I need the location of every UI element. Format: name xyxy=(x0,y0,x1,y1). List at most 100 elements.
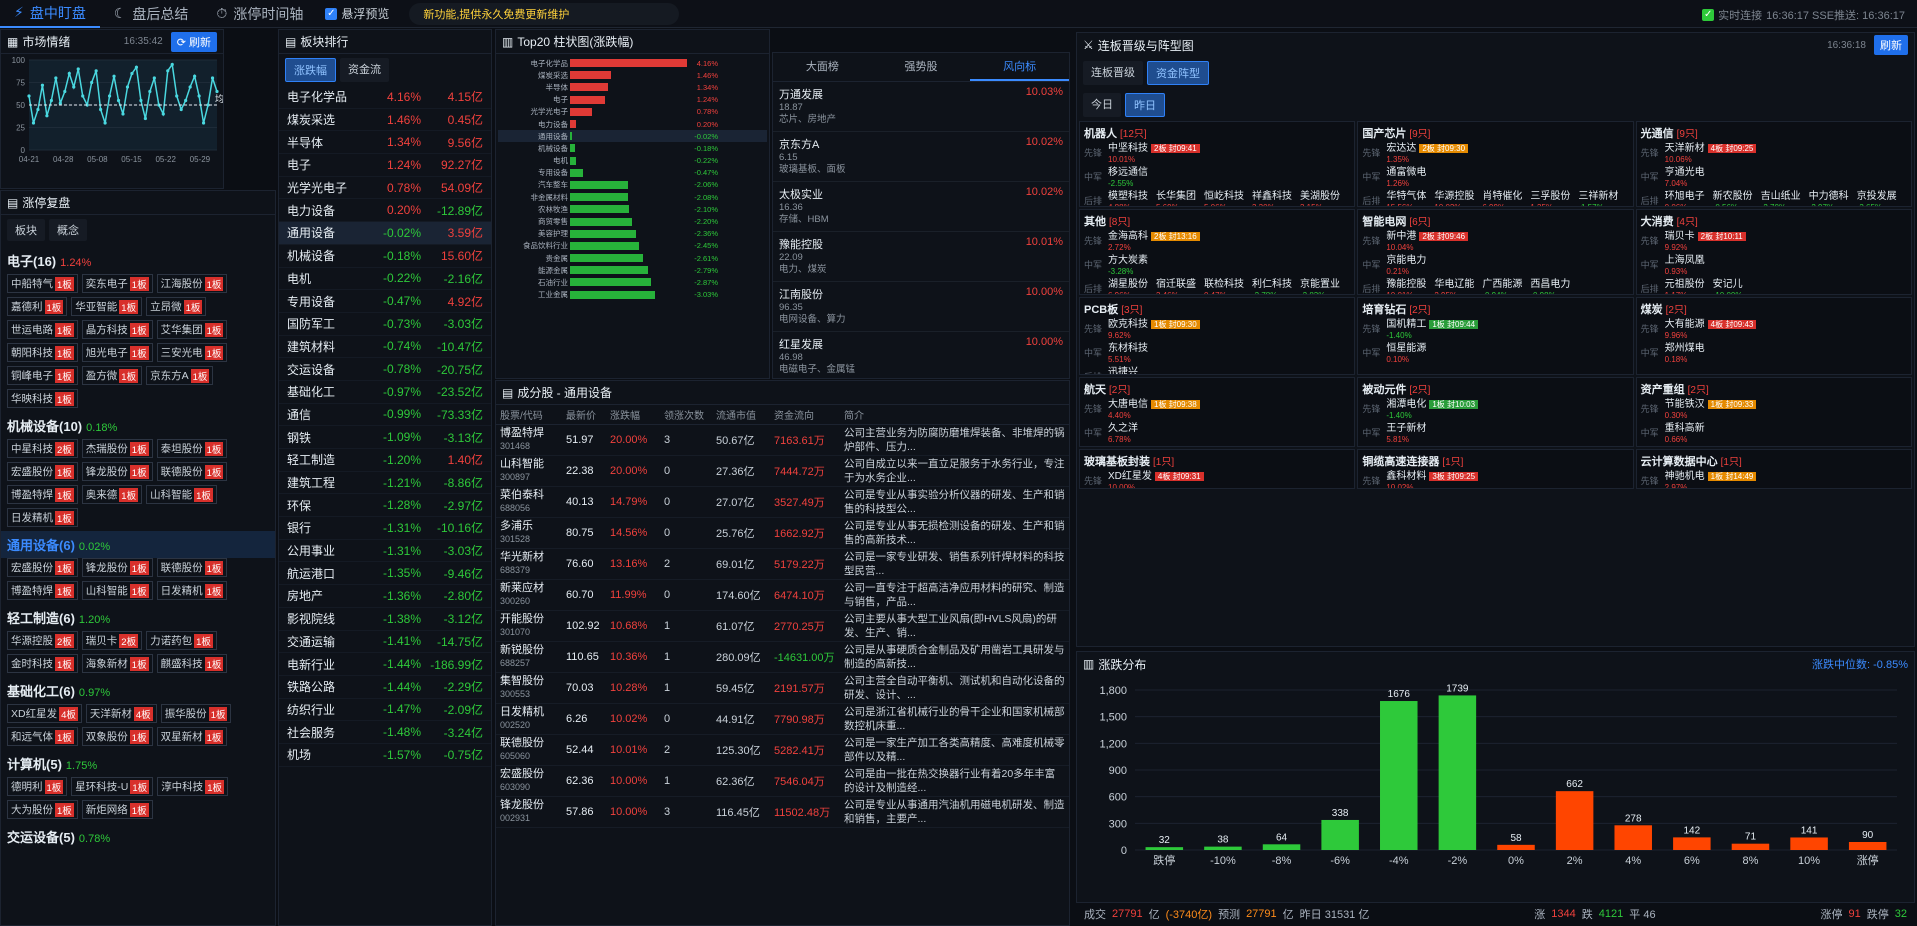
sector-row[interactable]: 交运设备 -0.78% -20.75亿 xyxy=(279,358,491,381)
zt-stock-chip[interactable]: 奕东电子 1板 xyxy=(81,274,153,293)
formation-stock[interactable]: 长华集团5.69% xyxy=(1156,191,1196,206)
top20-row[interactable]: 食品饮料行业 -2.45% xyxy=(498,240,767,252)
sector-row[interactable]: 通信 -0.99% -73.33亿 xyxy=(279,404,491,427)
formation-cell[interactable]: 云计算数据中心 [1只] 先锋 神驰机电 1板 封14:49 2.97% xyxy=(1635,449,1912,489)
formation-cell[interactable]: 智能电网 [6只] 先锋 新中港 2板 封09:46 10.04% 中军 京能电力 0.21% 后… xyxy=(1357,209,1634,295)
zt-group[interactable]: 通用设备(6) 0.02% 宏盛股份 1板 锋龙股份 1板 联德股份 1板 博盈特焊 1板 山科智能… xyxy=(1,529,275,602)
sector-row[interactable]: 电子 1.24% 92.27亿 xyxy=(279,154,491,177)
top20-row[interactable]: 农林牧渔 -2.10% xyxy=(498,203,767,215)
sector-row[interactable]: 铁路公路 -1.44% -2.29亿 xyxy=(279,676,491,699)
tab-big-face[interactable]: 大面榜 xyxy=(773,53,872,81)
dist-bar[interactable] xyxy=(1555,791,1594,850)
formation-cell[interactable]: 国产芯片 [9只] 先锋 宏达达 2板 封09:30 1.35% 中军 通富微电 1.26% 后排… xyxy=(1357,121,1634,207)
formation-stock[interactable]: 祥鑫科技3.30% xyxy=(1252,191,1292,206)
zt-stock-chip[interactable]: 双象股份 1板 xyxy=(81,727,153,746)
zt-stock-chip[interactable]: 世运电路 1板 xyxy=(7,320,78,339)
float-preview-toggle[interactable]: ✓ 悬浮预览 xyxy=(325,5,389,22)
zt-stock-chip[interactable]: 宏盛股份 1板 xyxy=(7,558,78,577)
table-row[interactable]: 华光新材 688379 76.60 13.16% 2 69.01亿 5179.22万 公司是一… xyxy=(496,549,1069,580)
zt-stock-chip[interactable]: 博盈特焊 1板 xyxy=(7,581,78,600)
dist-bar[interactable] xyxy=(1380,701,1418,850)
formation-stock[interactable]: 模塑科技4.88% xyxy=(1108,191,1148,206)
formation-stock[interactable]: 吉山纸业-2.70% xyxy=(1761,191,1801,206)
formation-stock[interactable]: 节能铁汉 1板 封09:33 0.30% xyxy=(1665,399,1757,421)
column-header[interactable]: 股票/代码 xyxy=(500,407,566,422)
sector-row[interactable]: 环保 -1.28% -2.97亿 xyxy=(279,494,491,518)
zt-stock-chip[interactable]: 江海股份 1板 xyxy=(156,274,228,293)
dist-bar[interactable] xyxy=(1145,847,1184,850)
formation-stock[interactable]: 环旭电子0.06% xyxy=(1665,191,1705,206)
top20-row[interactable]: 通用设备 -0.02% xyxy=(498,130,767,143)
top20-row[interactable]: 非金属材料 -2.08% xyxy=(498,191,767,203)
formation-stock[interactable]: 鑫科材料 3板 封09:25 10.02% xyxy=(1386,471,1479,488)
sector-row[interactable]: 公用事业 -1.31% -3.03亿 xyxy=(279,540,491,563)
formation-stock[interactable]: 三祥新材-1.57% xyxy=(1578,191,1618,206)
formation-stock[interactable]: 新农股份-0.56% xyxy=(1713,191,1753,206)
zt-stock-chip[interactable]: 华映科技 1板 xyxy=(7,389,78,408)
vane-item[interactable]: 万通发展 10.03% 18.87 芯片、房地产 xyxy=(773,82,1069,132)
sector-row[interactable]: 社会服务 -1.48% -3.24亿 xyxy=(279,721,491,744)
table-row[interactable]: 山科智能 300897 22.38 20.00% 0 27.36亿 7444.72万 公司自成… xyxy=(496,456,1069,487)
top20-row[interactable]: 半导体 1.34% xyxy=(498,81,767,93)
formation-stock[interactable]: 西昌电力-0.98% xyxy=(1530,279,1570,294)
sector-row[interactable]: 建筑材料 -0.74% -10.47亿 xyxy=(279,336,491,359)
sector-row[interactable]: 基础化工 -0.97% -23.52亿 xyxy=(279,381,491,404)
dist-bar[interactable] xyxy=(1673,837,1711,850)
formation-stock[interactable]: 豫能控股10.01% xyxy=(1386,279,1426,294)
formation-stock[interactable]: 恒屹科技5.06% xyxy=(1204,191,1244,206)
formation-cell[interactable]: 其他 [8只] 先锋 金海高科 2板 封13:16 2.72% 中军 方大炭素 -3.28% 后排… xyxy=(1079,209,1356,295)
formation-stock[interactable]: 久之洋 6.78% xyxy=(1108,423,1138,445)
column-header[interactable]: 最新价 xyxy=(566,407,610,422)
formation-stock[interactable]: 华源控股10.02% xyxy=(1434,191,1474,206)
sector-row[interactable]: 建筑工程 -1.21% -8.86亿 xyxy=(279,472,491,495)
table-row[interactable]: 新莱应材 300260 60.70 11.99% 0 174.60亿 6474.10万 公司一… xyxy=(496,580,1069,611)
zt-stock-chip[interactable]: 日发精机 1板 xyxy=(156,581,228,600)
zt-stock-chip[interactable]: 旭光电子 1板 xyxy=(81,343,153,362)
formation-stock[interactable]: 安记儿-10.00% xyxy=(1713,279,1743,294)
dist-bar[interactable] xyxy=(1321,819,1359,850)
formation-stock[interactable]: 华电辽能2.95% xyxy=(1434,279,1474,294)
zt-stock-chip[interactable]: XD红星发 4板 xyxy=(7,704,82,723)
formation-stock[interactable]: 大有能源 4板 封09:43 9.96% xyxy=(1665,319,1757,341)
formation-stock[interactable]: 天洋新材 4板 封09:25 10.06% xyxy=(1665,143,1757,165)
zt-stock-chip[interactable]: 京东方A 1板 xyxy=(146,366,214,385)
table-row[interactable]: 宏盛股份 603090 62.36 10.00% 1 62.36亿 7546.04万 公司是由… xyxy=(496,766,1069,797)
sector-row[interactable]: 电机 -0.22% -2.16亿 xyxy=(279,268,491,291)
formation-stock[interactable]: 神驰机电 1板 封14:49 2.97% xyxy=(1665,471,1757,488)
formation-stock[interactable]: 华特气体15.56% xyxy=(1386,191,1426,206)
day-yesterday[interactable]: 昨日 xyxy=(1125,93,1165,117)
sector-row[interactable]: 银行 -1.31% -10.16亿 xyxy=(279,517,491,540)
vane-item[interactable]: 豫能控股 10.01% 22.09 电力、煤炭 xyxy=(773,232,1069,282)
zt-stock-chip[interactable]: 麒盛科技 1板 xyxy=(156,654,228,673)
table-row[interactable]: 多浦乐 301528 80.75 14.56% 0 25.76亿 1662.92万 公司是专业… xyxy=(496,518,1069,549)
zt-stock-chip[interactable]: 日发精机 1板 xyxy=(7,508,78,527)
vane-item[interactable]: 京东方A 10.02% 6.15 玻璃基板、面板 xyxy=(773,132,1069,182)
formation-stock[interactable]: 上海凤凰 0.93% xyxy=(1665,255,1705,277)
formation-cell[interactable]: 被动元件 [2只] 先锋 湘潭电化 1板 封10:03 -1.40% 中军 王子新材 5.81% xyxy=(1357,377,1634,447)
formation-stock[interactable]: 三孚股份1.35% xyxy=(1530,191,1570,206)
top20-row[interactable]: 光学光电子 0.78% xyxy=(498,106,767,118)
formation-cell[interactable]: 培育钻石 [2只] 先锋 国机精工 1板 封09:44 -1.40% 中军 恒星能源 0.10% xyxy=(1357,297,1634,375)
zt-group[interactable]: 轻工制造(6) 1.20% 华源控股 2板 瑞贝卡 2板 力诺药包 1板 金时科技 1板 海象新材 1… xyxy=(1,602,275,675)
zt-stock-chip[interactable]: 大为股份 1板 xyxy=(7,800,78,819)
zt-stock-chip[interactable]: 天洋新材 4板 xyxy=(85,704,157,723)
sector-row[interactable]: 电新行业 -1.44% -186.99亿 xyxy=(279,653,491,676)
dist-bar[interactable] xyxy=(1438,695,1477,850)
formation-stock[interactable]: 联检科技0.47% xyxy=(1204,279,1244,294)
sector-row[interactable]: 国防军工 -0.73% -3.03亿 xyxy=(279,313,491,336)
formation-stock[interactable]: 元祖股份1.17% xyxy=(1665,279,1705,294)
zt-stock-chip[interactable]: 泰坦股份 1板 xyxy=(156,439,228,458)
zt-stock-chip[interactable]: 和远气体 1板 xyxy=(7,727,78,746)
tab-strong[interactable]: 强势股 xyxy=(872,53,971,81)
formation-stock[interactable]: 金海高科 2板 封13:16 2.72% xyxy=(1108,231,1200,253)
zt-stock-chip[interactable]: 海象新材 1板 xyxy=(81,654,153,673)
zt-group-header[interactable]: 通用设备(6) 0.02% xyxy=(1,531,275,558)
table-row[interactable]: 集智股份 300553 70.03 10.28% 1 59.45亿 2191.57万 公司主营… xyxy=(496,673,1069,704)
top20-row[interactable]: 电力设备 0.20% xyxy=(498,118,767,130)
sector-row[interactable]: 电子化学品 4.16% 4.15亿 xyxy=(279,86,491,109)
top20-row[interactable]: 汽车整车 -2.06% xyxy=(498,179,767,191)
refresh-button[interactable]: ⟳ 刷新 xyxy=(170,31,217,52)
zt-stock-chip[interactable]: 联德股份 1板 xyxy=(156,462,228,481)
formation-stock[interactable]: 欧克科技 1板 封09:30 9.62% xyxy=(1108,319,1200,341)
formation-stock[interactable]: 京能电力 0.21% xyxy=(1386,255,1426,277)
